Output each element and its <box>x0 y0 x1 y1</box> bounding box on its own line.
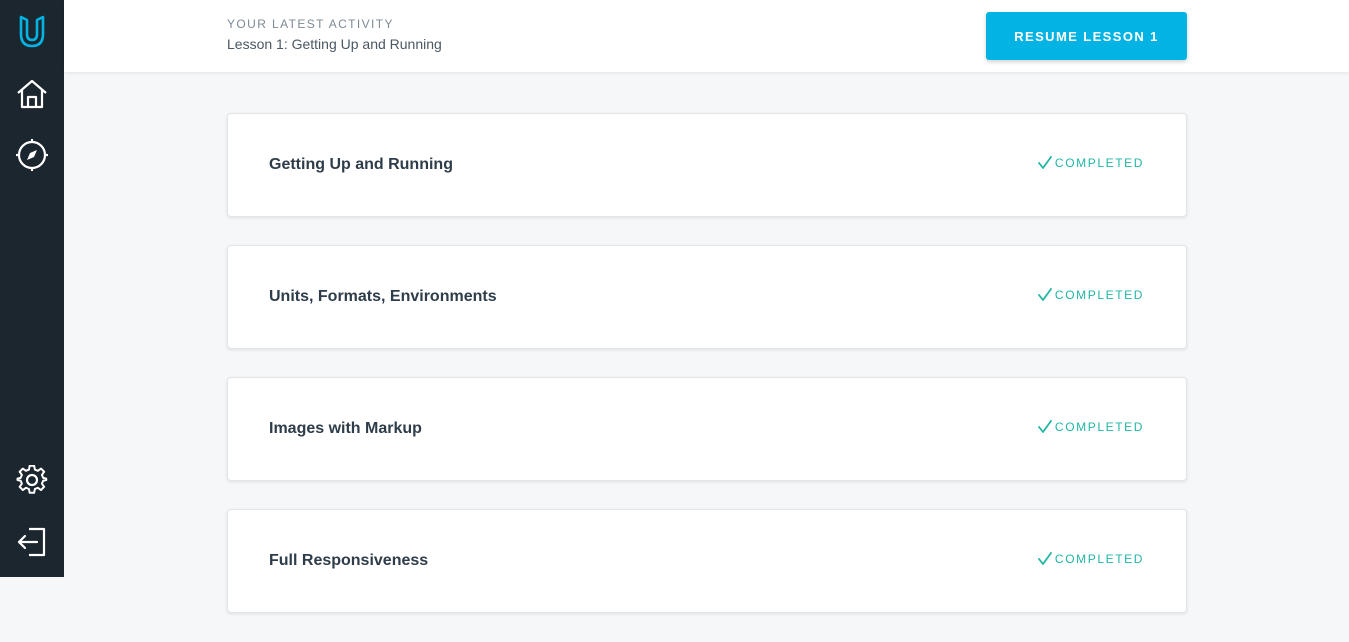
lesson-title: Getting Up and Running <box>269 156 453 173</box>
status-badge: COMPLETED <box>1038 552 1144 566</box>
compass-icon[interactable] <box>0 131 64 179</box>
resume-lesson-button[interactable]: RESUME LESSON 1 <box>986 12 1187 60</box>
lesson-title: Units, Formats, Environments <box>269 288 497 305</box>
gear-icon[interactable] <box>0 457 64 505</box>
lesson-card[interactable]: Full Responsiveness COMPLETED <box>227 509 1187 613</box>
checkmark-icon <box>1038 288 1052 301</box>
status-label: COMPLETED <box>1054 552 1144 566</box>
status-label: COMPLETED <box>1054 420 1144 434</box>
activity-lesson-title: Lesson 1: Getting Up and Running <box>227 36 442 52</box>
lesson-card[interactable]: Units, Formats, Environments COMPLETED <box>227 245 1187 349</box>
checkmark-icon <box>1038 156 1052 169</box>
logout-icon[interactable] <box>0 518 64 566</box>
checkmark-icon <box>1038 552 1052 565</box>
lesson-card[interactable]: Images with Markup COMPLETED <box>227 377 1187 481</box>
lesson-card[interactable]: Getting Up and Running COMPLETED <box>227 113 1187 217</box>
udacity-logo-icon[interactable] <box>0 8 64 56</box>
activity-label: YOUR LATEST ACTIVITY <box>227 17 394 31</box>
latest-activity-header: YOUR LATEST ACTIVITY Lesson 1: Getting U… <box>64 0 1349 72</box>
checkmark-icon <box>1038 420 1052 433</box>
lesson-title: Images with Markup <box>269 420 422 437</box>
status-badge: COMPLETED <box>1038 288 1144 302</box>
lesson-title: Full Responsiveness <box>269 552 429 569</box>
status-label: COMPLETED <box>1054 288 1144 302</box>
status-badge: COMPLETED <box>1038 156 1144 170</box>
status-label: COMPLETED <box>1054 156 1144 170</box>
home-icon[interactable] <box>0 70 64 118</box>
sidebar <box>0 0 64 577</box>
status-badge: COMPLETED <box>1038 420 1144 434</box>
